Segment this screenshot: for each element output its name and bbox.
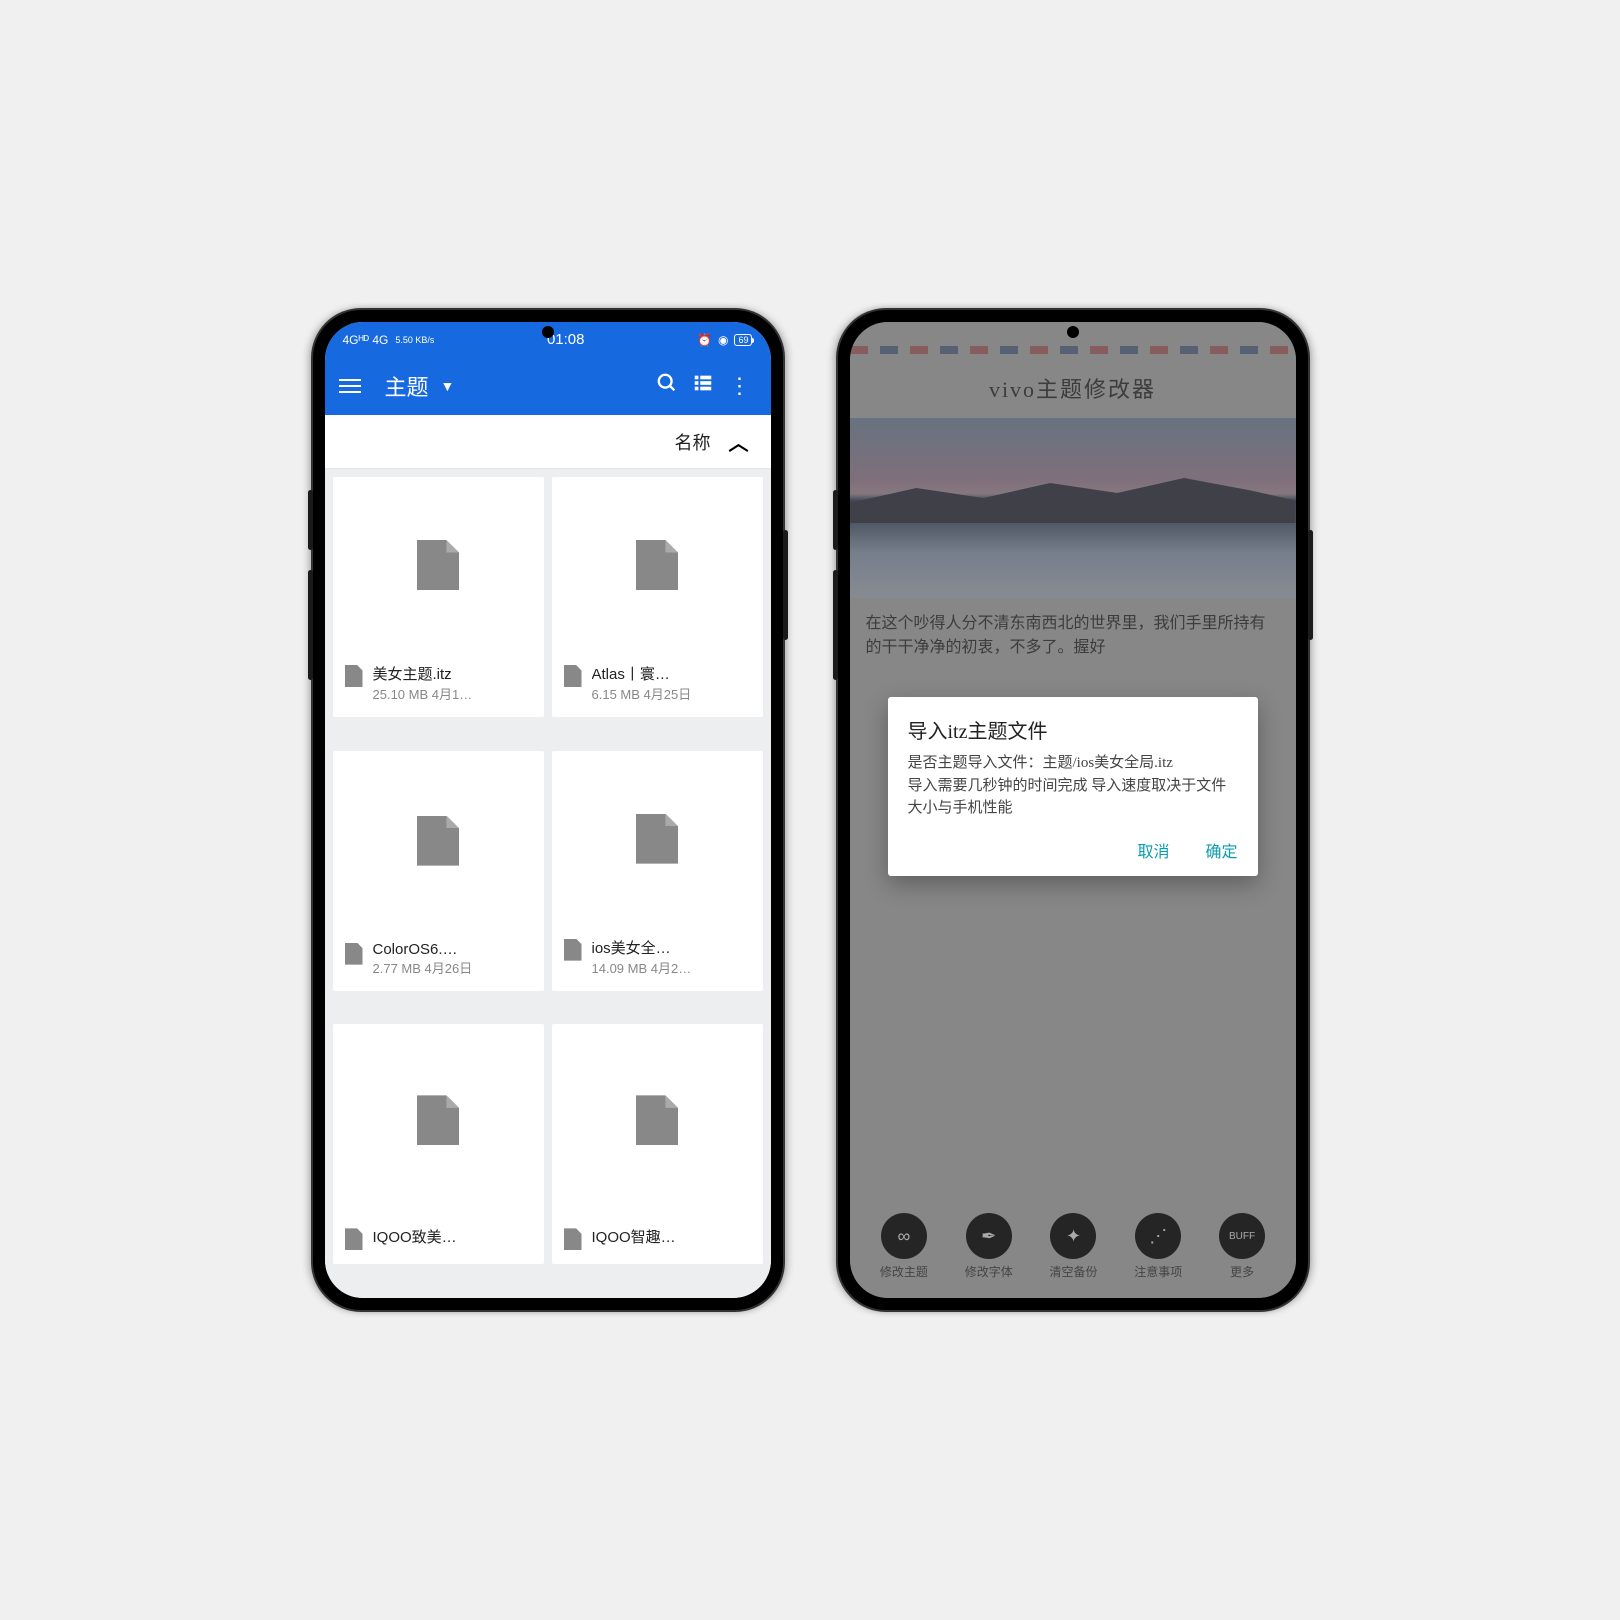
sort-arrow-icon[interactable]: ︿ <box>729 427 749 456</box>
speed-label: 5.50 KB/s <box>395 335 434 345</box>
file-grid: 美女主题.itz 25.10 MB 4月1… Atlas丨寰… 6.15 MB … <box>325 469 771 1298</box>
file-info: 6.15 MB 4月25日 <box>592 684 751 703</box>
network-label: 4Gᴴᴰ 4G <box>343 333 389 347</box>
file-card[interactable]: Atlas丨寰… 6.15 MB 4月25日 <box>552 477 763 717</box>
file-info: 14.09 MB 4月2… <box>592 958 751 977</box>
sort-bar[interactable]: 名称 ︿ <box>325 415 771 469</box>
file-info: 2.77 MB 4月26日 <box>373 958 532 977</box>
file-name: ios美女全… <box>592 937 751 958</box>
alarm-icon: ⏰ <box>697 333 712 347</box>
app-bar: 主题 ▼ ⋮ <box>325 357 771 415</box>
bottom-nav: ∞ 修改主题 ✒ 修改字体 ✦ 清空备份 ⋰ 注意事项 BUFF 更多 <box>850 1213 1296 1280</box>
confirm-button[interactable]: 确定 <box>1205 838 1237 862</box>
file-card[interactable]: IQOO致美… <box>333 1024 544 1264</box>
camera-notch <box>1067 326 1079 338</box>
infinity-icon: ∞ <box>881 1213 927 1259</box>
file-icon <box>417 816 459 866</box>
phone-right: vivo主题修改器 在这个吵得人分不清东南西北的世界里，我们手里所持有的干干净净… <box>838 310 1308 1310</box>
file-icon <box>345 1228 363 1250</box>
cancel-button[interactable]: 取消 <box>1137 838 1169 862</box>
battery-icon: 69 <box>734 334 752 346</box>
nav-font[interactable]: ✒ 修改字体 <box>965 1213 1013 1280</box>
phone-left: 4Gᴴᴰ 4G 5.50 KB/s 01:08 ⏰ ◉ 69 主题 ▼ ⋮ <box>313 310 783 1310</box>
file-name: ColorOS6.… <box>373 941 532 958</box>
star-icon: ✦ <box>1050 1213 1096 1259</box>
file-name: Atlas丨寰… <box>592 663 751 684</box>
file-name: IQOO致美… <box>373 1226 532 1247</box>
buff-icon: BUFF <box>1219 1213 1265 1259</box>
camera-notch <box>542 326 554 338</box>
nav-theme[interactable]: ∞ 修改主题 <box>880 1213 928 1280</box>
file-icon <box>564 1228 582 1250</box>
file-info: 25.10 MB 4月1… <box>373 684 532 703</box>
dialog-line: 导入需要几秒钟的时间完成 导入速度取决于文件大小与手机性能 <box>908 775 1238 820</box>
file-icon <box>636 814 678 864</box>
file-icon <box>564 939 582 961</box>
more-icon[interactable]: ⋮ <box>721 373 757 399</box>
file-icon <box>636 1095 678 1145</box>
file-icon <box>417 540 459 590</box>
nav-notice[interactable]: ⋰ 注意事项 <box>1134 1213 1182 1280</box>
nav-clear[interactable]: ✦ 清空备份 <box>1049 1213 1097 1280</box>
file-card[interactable]: 美女主题.itz 25.10 MB 4月1… <box>333 477 544 717</box>
file-card[interactable]: ColorOS6.… 2.77 MB 4月26日 <box>333 751 544 991</box>
view-list-icon[interactable] <box>685 372 721 400</box>
menu-icon[interactable] <box>339 379 361 393</box>
sort-label: 名称 <box>675 429 711 455</box>
file-icon <box>345 665 363 687</box>
file-card[interactable]: IQOO智趣… <box>552 1024 763 1264</box>
file-card[interactable]: ios美女全… 14.09 MB 4月2… <box>552 751 763 991</box>
search-icon[interactable] <box>649 372 685 400</box>
file-icon <box>417 1095 459 1145</box>
dialog-line: 是否主题导入文件：主题/ios美女全局.itz <box>908 752 1238 775</box>
file-icon <box>564 665 582 687</box>
dialog-title: 导入itz主题文件 <box>908 715 1238 744</box>
file-icon <box>636 540 678 590</box>
file-name: IQOO智趣… <box>592 1226 751 1247</box>
nav-more[interactable]: BUFF 更多 <box>1219 1213 1265 1280</box>
chevron-down-icon[interactable]: ▼ <box>441 378 455 394</box>
app-title[interactable]: 主题 <box>385 370 429 402</box>
file-icon <box>345 943 363 965</box>
lines-icon: ⋰ <box>1135 1213 1181 1259</box>
import-dialog: 导入itz主题文件 是否主题导入文件：主题/ios美女全局.itz 导入需要几秒… <box>888 697 1258 876</box>
pen-icon: ✒ <box>966 1213 1012 1259</box>
file-name: 美女主题.itz <box>373 663 532 684</box>
wifi-icon: ◉ <box>718 333 728 347</box>
